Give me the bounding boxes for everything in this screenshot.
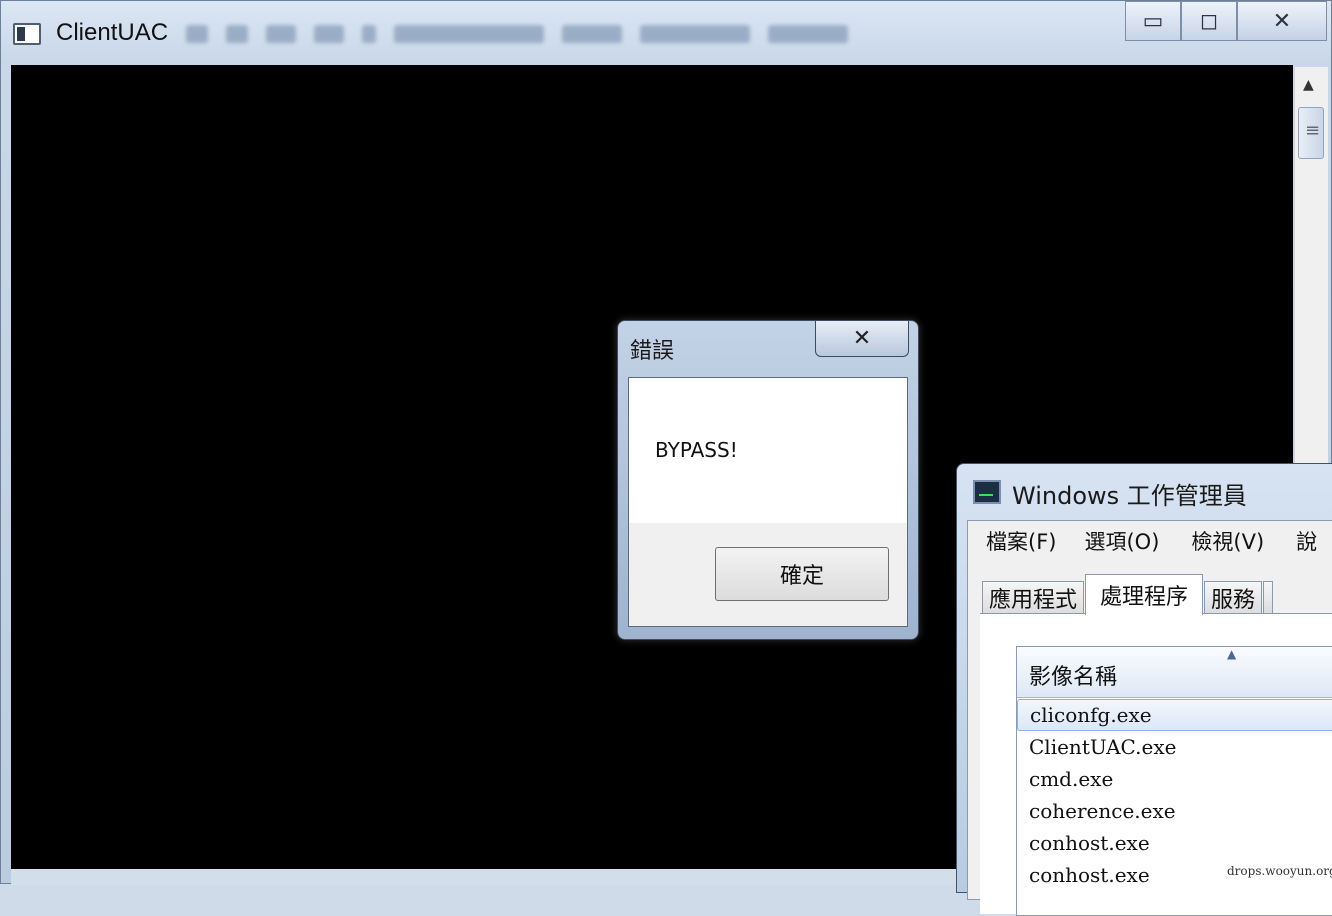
console-app-icon [13, 23, 41, 45]
watermark: drops.wooyun.org [1227, 864, 1332, 878]
process-row[interactable]: ClientUAC.exe [1017, 731, 1332, 763]
blurred-toolbar [186, 19, 1026, 49]
maximize-button[interactable]: ◻ [1181, 1, 1237, 41]
caption-buttons: ▭ ◻ ✕ [1125, 1, 1327, 41]
tab-services[interactable]: 服務 [1204, 581, 1263, 614]
menu-bar: 檔案(F) 選項(O) 檢視(V) 說 [968, 521, 1332, 559]
scroll-thumb[interactable] [1298, 107, 1324, 159]
ok-button[interactable]: 確定 [715, 547, 889, 601]
tab-processes[interactable]: 處理程序 [1085, 574, 1204, 615]
task-manager-title: Windows 工作管理員 [1012, 482, 1247, 510]
process-row[interactable]: cliconfg.exe [1017, 699, 1332, 731]
menu-help[interactable]: 說 [1278, 521, 1331, 559]
process-row[interactable]: cmd.exe [1017, 763, 1332, 795]
close-icon: ✕ [1272, 8, 1292, 34]
tab-more[interactable] [1263, 581, 1274, 614]
maximize-icon: ◻ [1199, 8, 1219, 34]
dialog-message: BYPASS! [655, 438, 738, 462]
sort-ascending-icon: ▲ [1227, 647, 1237, 661]
tab-applications[interactable]: 應用程式 [982, 581, 1085, 614]
menu-view[interactable]: 檢視(V) [1173, 521, 1278, 559]
task-manager-window: Windows 工作管理員 檔案(F) 選項(O) 檢視(V) 說 應用程式 處… [956, 463, 1332, 916]
process-row[interactable]: conhost.exe [1017, 827, 1332, 859]
menu-options[interactable]: 選項(O) [1070, 521, 1173, 559]
window-title: ClientUAC [56, 19, 169, 46]
close-button[interactable]: ✕ [1237, 1, 1327, 41]
task-manager-icon [973, 480, 1001, 504]
process-row[interactable]: coherence.exe [1017, 795, 1332, 827]
dialog-body: BYPASS! 確定 [628, 377, 908, 627]
column-header-label: 影像名稱 [1029, 665, 1118, 690]
dialog-footer: 確定 [629, 523, 907, 626]
close-icon: ✕ [852, 326, 872, 351]
process-rows: cliconfg.exe ClientUAC.exe cmd.exe coher… [1017, 699, 1332, 891]
minimize-icon: ▭ [1142, 8, 1164, 34]
dialog-title: 錯誤 [630, 339, 675, 364]
column-header-image-name[interactable]: ▲ 影像名稱 [1017, 647, 1332, 698]
task-manager-client: 檔案(F) 選項(O) 檢視(V) 說 應用程式 處理程序 服務 ▲ 影像名稱 … [967, 520, 1332, 916]
title-bar[interactable]: ClientUAC ▭ ◻ ✕ [1, 1, 1331, 65]
dialog-close-button[interactable]: ✕ [815, 321, 909, 357]
tab-strip: 應用程式 處理程序 服務 [982, 574, 1274, 615]
menu-file[interactable]: 檔案(F) [968, 521, 1070, 559]
error-dialog: 錯誤 ✕ BYPASS! 確定 [617, 320, 919, 640]
minimize-button[interactable]: ▭ [1125, 1, 1181, 41]
scroll-up-arrow-icon[interactable]: ▲ [1303, 77, 1314, 93]
